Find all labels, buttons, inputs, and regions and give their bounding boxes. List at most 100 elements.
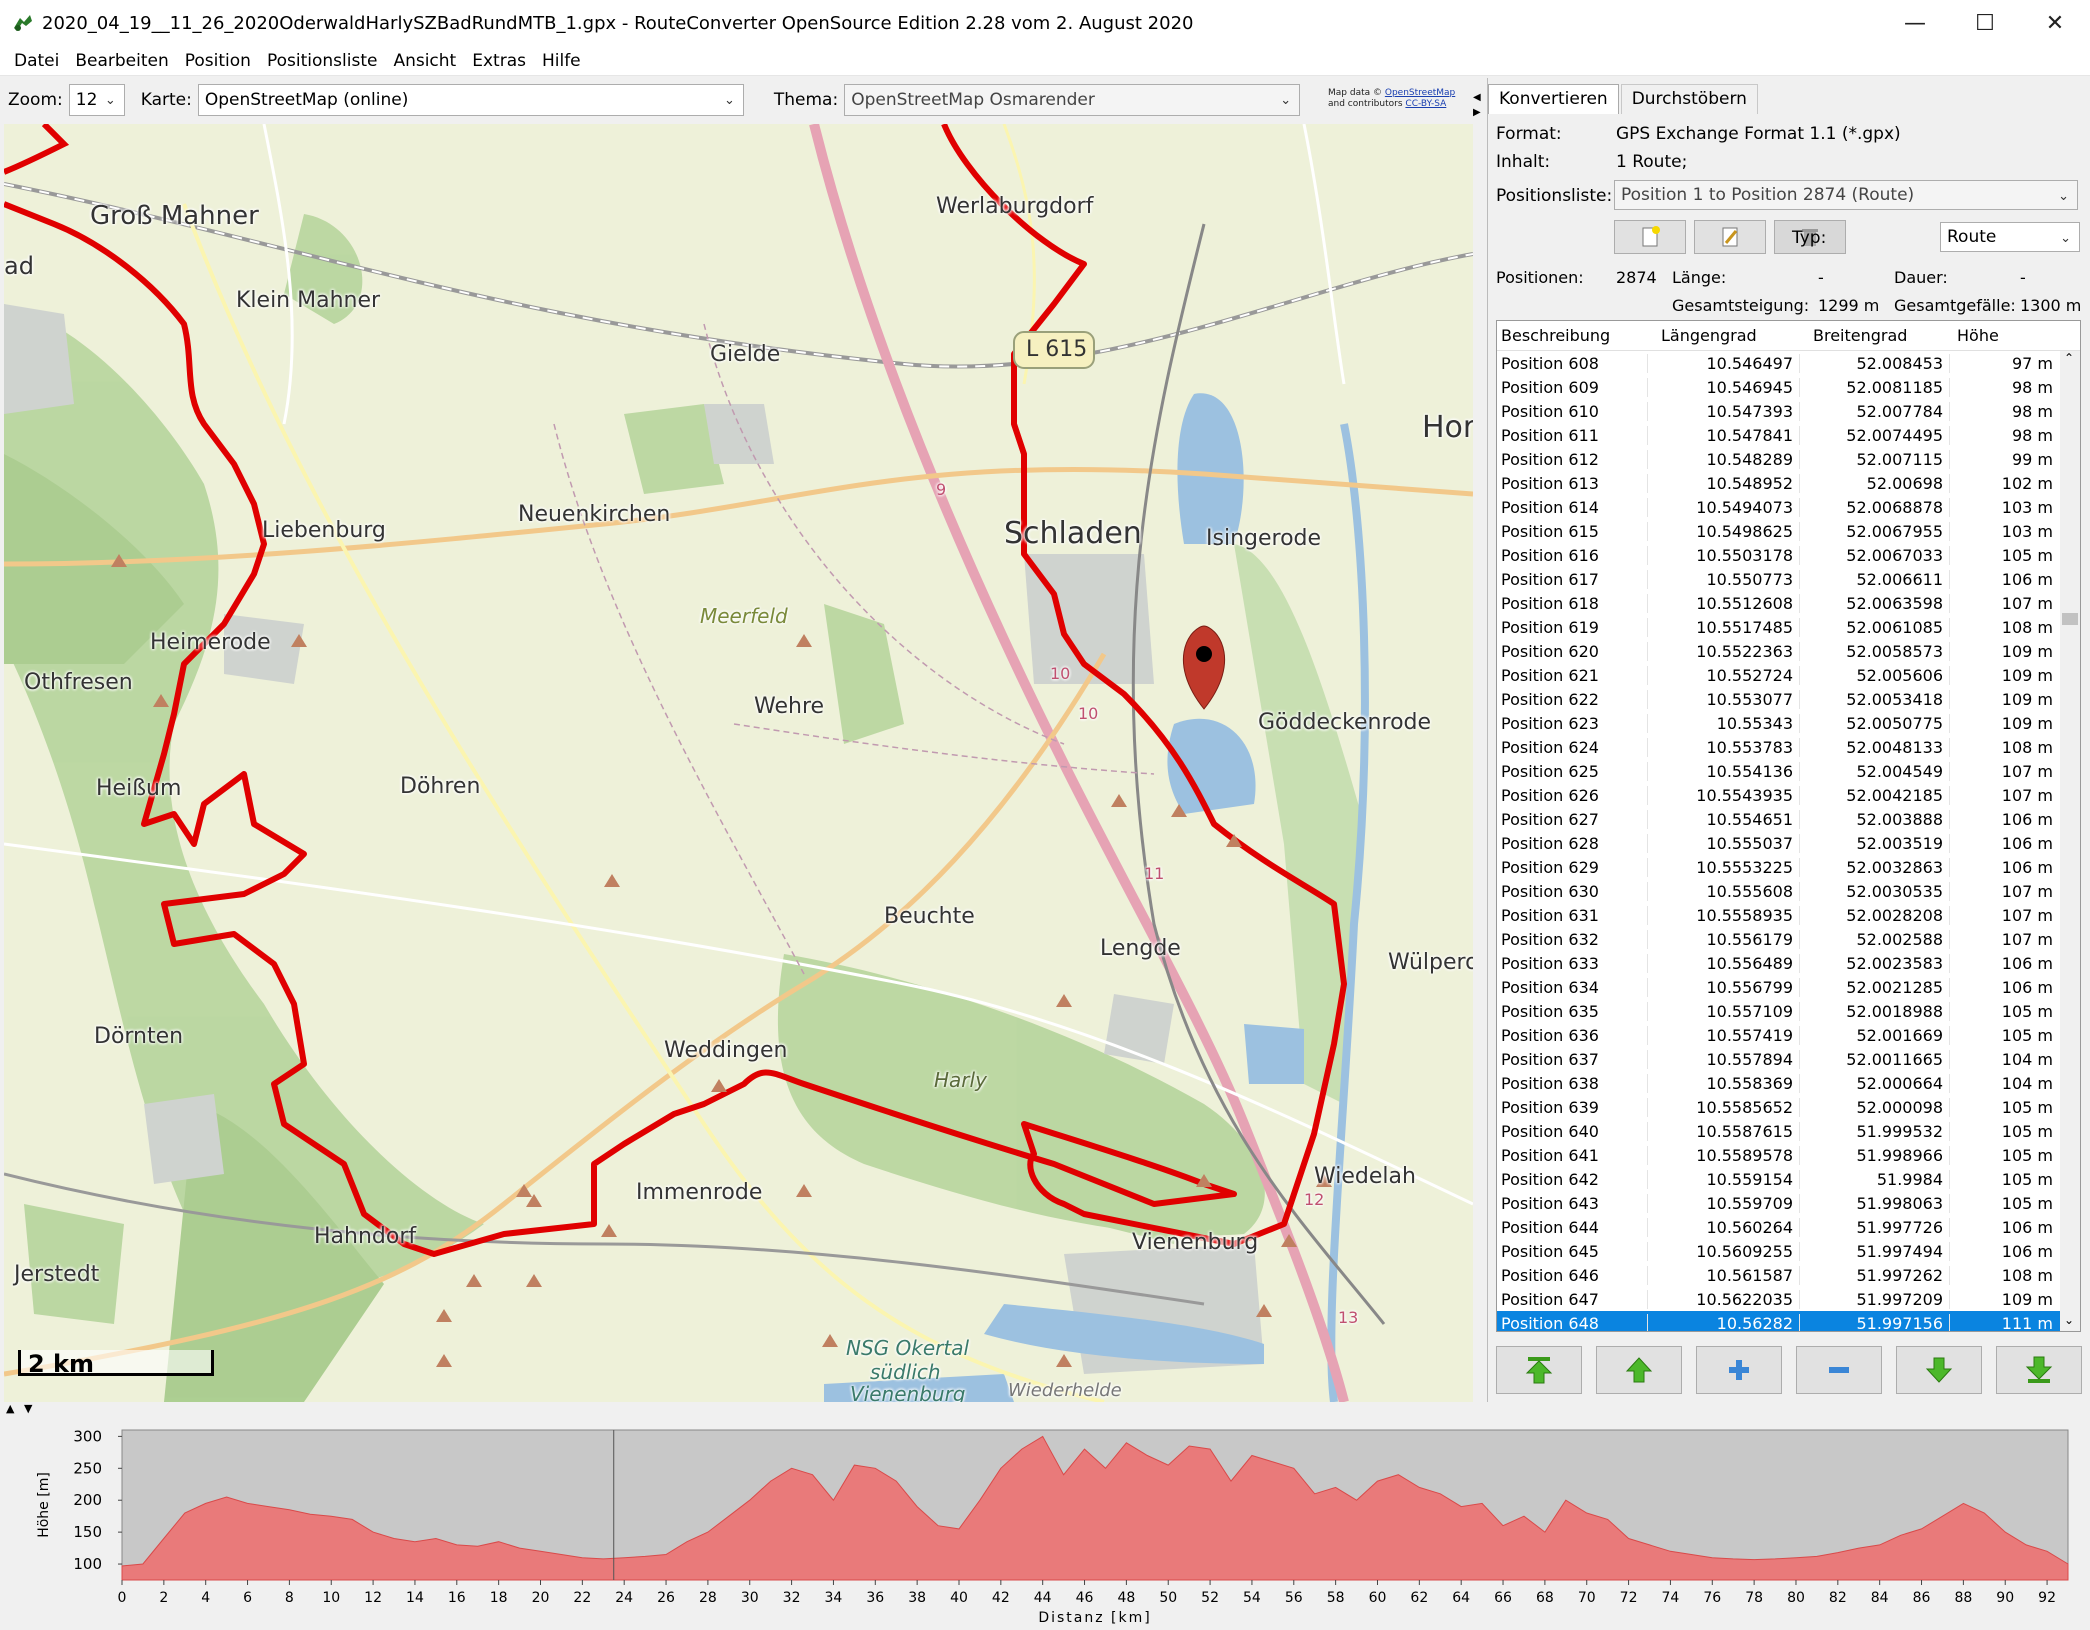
table-row[interactable]: Position 631 10.5558935 52.0028208 107 m [1497,903,2080,927]
add-position-button[interactable] [1696,1346,1782,1394]
table-row[interactable]: Position 613 10.548952 52.00698 102 m [1497,471,2080,495]
menu-extras[interactable]: Extras [464,51,534,71]
table-row[interactable]: Position 626 10.5543935 52.0042185 107 m [1497,783,2080,807]
scroll-up-icon[interactable]: ⌃ [2064,351,2074,365]
table-row[interactable]: Position 612 10.548289 52.007115 99 m [1497,447,2080,471]
table-row[interactable]: Position 644 10.560264 51.997726 106 m [1497,1215,2080,1239]
split-divider[interactable]: ▲ ▼ [0,1402,2090,1416]
table-row[interactable]: Position 635 10.557109 52.0018988 105 m [1497,999,2080,1023]
collapse-down-icon[interactable]: ▼ [24,1402,32,1415]
zoom-select[interactable]: 12 ⌄ [68,84,125,116]
move-down-button[interactable] [1896,1346,1982,1394]
table-row[interactable]: Position 614 10.5494073 52.0068878 103 m [1497,495,2080,519]
table-row[interactable]: Position 645 10.5609255 51.997494 106 m [1497,1239,2080,1263]
plus-icon [1729,1360,1749,1380]
table-row[interactable]: Position 639 10.5585652 52.000098 105 m [1497,1095,2080,1119]
thema-value: OpenStreetMap Osmarender [851,90,1095,110]
menu-hilfe[interactable]: Hilfe [534,51,589,71]
scroll-down-icon[interactable]: ⌄ [2064,1313,2074,1327]
table-row[interactable]: Position 619 10.5517485 52.0061085 108 m [1497,615,2080,639]
table-row[interactable]: Position 632 10.556179 52.002588 107 m [1497,927,2080,951]
collapse-up-icon[interactable]: ▲ [6,1402,14,1415]
new-list-button[interactable] [1614,220,1686,254]
table-row[interactable]: Position 627 10.554651 52.003888 106 m [1497,807,2080,831]
table-row[interactable]: Position 621 10.552724 52.005606 109 m [1497,663,2080,687]
elevation-profile[interactable]: 100 150 200 250 300 0 2 4 6 8 10 12 14 16 18 20 22 24 26 28… [0,1416,2090,1626]
table-row[interactable]: Position 641 10.5589578 51.998966 105 m [1497,1143,2080,1167]
table-row[interactable]: Position 611 10.547841 52.0074495 98 m [1497,423,2080,447]
col-laengengrad[interactable]: Längengrad [1647,326,1799,345]
col-breitengrad[interactable]: Breitengrad [1799,326,1949,345]
menu-datei[interactable]: Datei [6,51,67,71]
table-row[interactable]: Position 634 10.556799 52.0021285 106 m [1497,975,2080,999]
table-row[interactable]: Position 608 10.546497 52.008453 97 m [1497,351,2080,375]
table-row[interactable]: Position 638 10.558369 52.000664 104 m [1497,1071,2080,1095]
laenge-value: - [1818,268,1824,287]
cell-hoehe: 109 m [1949,1289,2059,1309]
table-row[interactable]: Position 640 10.5587615 51.999532 105 m [1497,1119,2080,1143]
table-row[interactable]: Position 633 10.556489 52.0023583 106 m [1497,951,2080,975]
rename-list-button[interactable] [1694,220,1766,254]
table-row[interactable]: Position 610 10.547393 52.007784 98 m [1497,399,2080,423]
place-label: Othfresen [24,670,133,695]
col-beschreibung[interactable]: Beschreibung [1497,326,1647,345]
minimize-button[interactable]: — [1880,0,1950,46]
license-link[interactable]: CC-BY-SA [1405,99,1446,109]
cell-beschreibung: Position 637 [1501,1049,1599,1069]
menu-ansicht[interactable]: Ansicht [385,51,464,71]
menu-position[interactable]: Position [177,51,259,71]
table-row[interactable]: Position 636 10.557419 52.001669 105 m [1497,1023,2080,1047]
move-up-button[interactable] [1596,1346,1682,1394]
table-row[interactable]: Position 628 10.555037 52.003519 106 m [1497,831,2080,855]
table-row[interactable]: Position 623 10.55343 52.0050775 109 m [1497,711,2080,735]
tab-konvertieren[interactable]: Konvertieren [1488,84,1619,114]
col-hoehe[interactable]: Höhe [1949,326,2059,345]
remove-position-button[interactable] [1796,1346,1882,1394]
x-tick-label: 32 [783,1590,801,1606]
zoom-label: Zoom: [8,90,63,110]
move-to-bottom-button[interactable] [1996,1346,2082,1394]
thema-select[interactable]: OpenStreetMap Osmarender ⌄ [844,84,1301,116]
map-view[interactable]: Groß Mahner Klein Mahner Werlaburgdorf G… [4,124,1473,1402]
split-arrows-icon[interactable]: ◀ ▶ [1473,90,1487,120]
close-button[interactable]: ✕ [2020,0,2090,46]
table-row[interactable]: Position 642 10.559154 51.9984 105 m [1497,1167,2080,1191]
x-tick-label: 46 [1076,1590,1094,1606]
move-to-top-button[interactable] [1496,1346,1582,1394]
maximize-button[interactable]: ☐ [1950,0,2020,46]
table-row[interactable]: Position 622 10.553077 52.0053418 109 m [1497,687,2080,711]
table-row[interactable]: Position 630 10.555608 52.0030535 107 m [1497,879,2080,903]
menu-positionsliste[interactable]: Positionsliste [259,51,385,71]
table-row[interactable]: Position 643 10.559709 51.998063 105 m [1497,1191,2080,1215]
table-row[interactable]: Position 615 10.5498625 52.0067955 103 m [1497,519,2080,543]
cell-laengengrad: 10.548289 [1647,449,1799,469]
table-row[interactable]: Position 620 10.5522363 52.0058573 109 m [1497,639,2080,663]
table-row[interactable]: Position 629 10.5553225 52.0032863 106 m [1497,855,2080,879]
table-row[interactable]: Position 646 10.561587 51.997262 108 m [1497,1263,2080,1287]
typ-select[interactable]: Route ⌄ [1940,222,2080,252]
cell-beschreibung: Position 620 [1501,641,1599,661]
table-row[interactable]: Position 624 10.553783 52.0048133 108 m [1497,735,2080,759]
table-row[interactable]: Position 648 10.56282 51.997156 111 m [1497,1311,2080,1331]
table-row[interactable]: Position 647 10.5622035 51.997209 109 m [1497,1287,2080,1311]
table-row[interactable]: Position 618 10.5512608 52.0063598 107 m [1497,591,2080,615]
table-scrollbar[interactable]: ⌃ ⌄ [2060,351,2080,1331]
cell-laengengrad: 10.5585652 [1647,1097,1799,1117]
menu-bearbeiten[interactable]: Bearbeiten [67,51,176,71]
table-row[interactable]: Position 637 10.557894 52.0011665 104 m [1497,1047,2080,1071]
scroll-thumb[interactable] [2062,613,2078,625]
place-label: Heimerode [150,630,271,655]
x-tick-label: 92 [2038,1590,2056,1606]
table-row[interactable]: Position 617 10.550773 52.006611 106 m [1497,567,2080,591]
place-label: Gielde [710,342,781,367]
positionsliste-select[interactable]: Position 1 to Position 2874 (Route) ⌄ [1614,180,2078,210]
cell-breitengrad: 52.000098 [1799,1097,1949,1117]
cell-beschreibung: Position 630 [1501,881,1599,901]
place-label: Göddeckenrode [1258,710,1432,735]
table-row[interactable]: Position 625 10.554136 52.004549 107 m [1497,759,2080,783]
table-row[interactable]: Position 616 10.5503178 52.0067033 105 m [1497,543,2080,567]
karte-select[interactable]: OpenStreetMap (online) ⌄ [197,84,744,116]
tab-durchstoebern[interactable]: Durchstöbern [1620,84,1758,114]
table-row[interactable]: Position 609 10.546945 52.0081185 98 m [1497,375,2080,399]
osm-link[interactable]: OpenStreetMap [1385,88,1455,98]
